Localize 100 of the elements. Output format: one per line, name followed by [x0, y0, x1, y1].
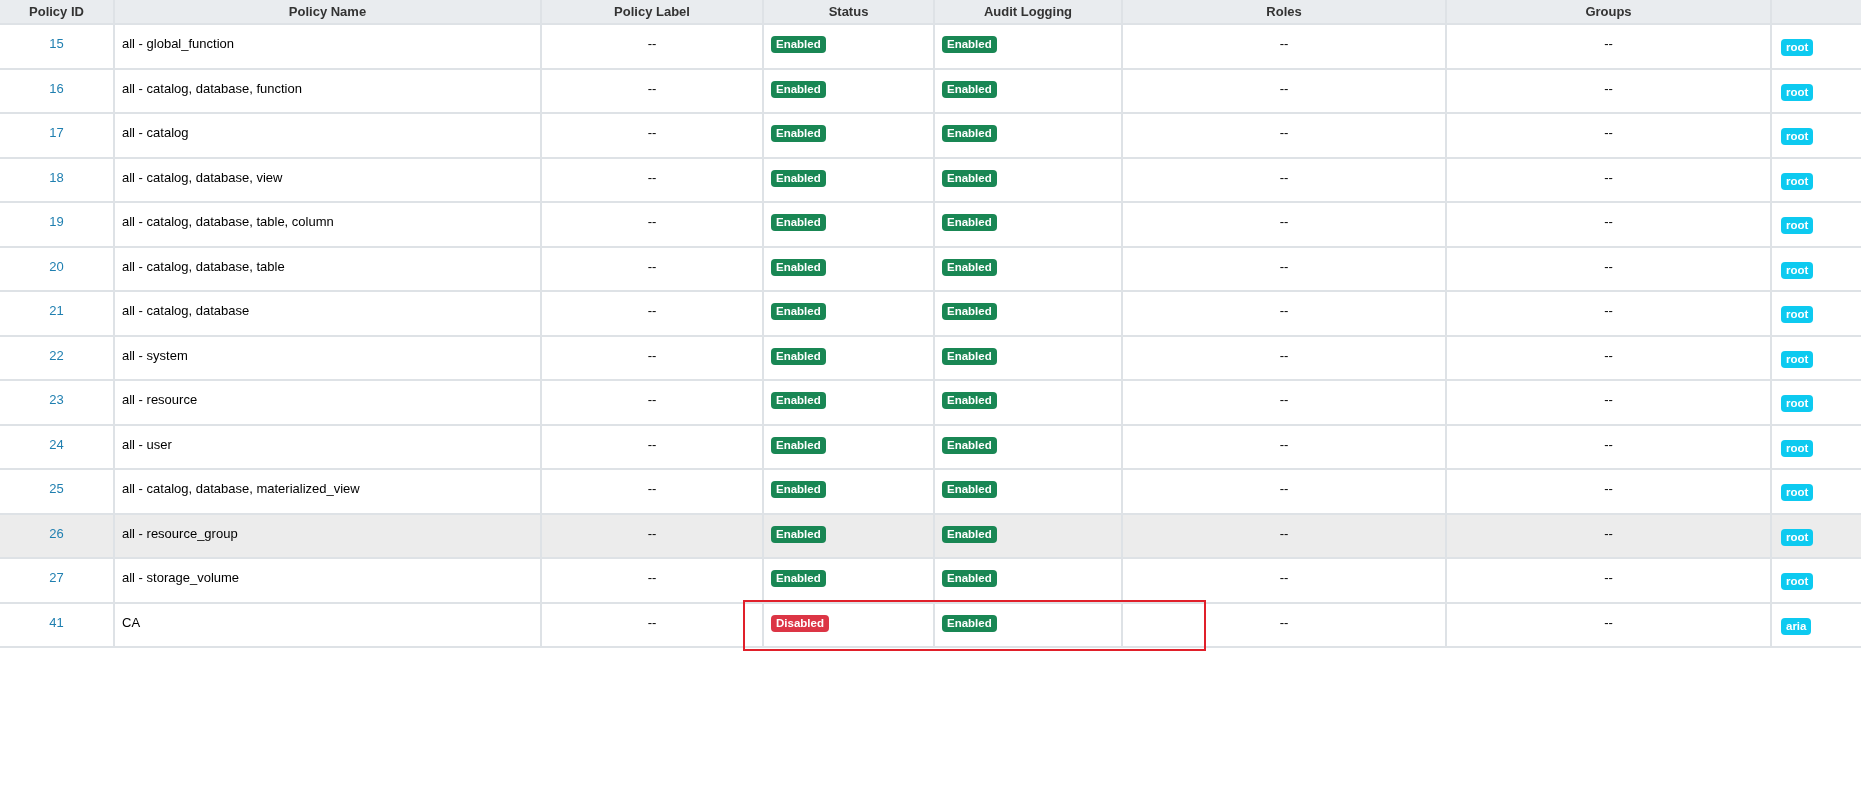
policy-label: --	[647, 347, 657, 363]
table-row[interactable]: 27 all - storage_volume -- Enabled Enabled -- -- root	[0, 559, 1861, 604]
user-badge: root	[1781, 528, 1814, 546]
policy-id-link[interactable]: 24	[49, 436, 64, 452]
groups-text: --	[1604, 36, 1613, 51]
status-badge: Enabled	[771, 80, 826, 98]
status-badge: Enabled	[942, 169, 997, 187]
user-badge: root	[1781, 573, 1814, 590]
policy-id-link[interactable]: 15	[49, 36, 64, 51]
groups-text: --	[1604, 570, 1613, 585]
status-badge: Enabled	[771, 392, 826, 409]
roles-text: --	[1279, 80, 1289, 96]
policy-name: all - catalog, database, table	[122, 258, 285, 274]
status-badge: Enabled	[942, 303, 997, 320]
column-header[interactable]: Status	[764, 0, 935, 25]
roles-text: --	[1279, 525, 1289, 541]
groups-text: --	[1604, 125, 1613, 140]
status-badge: Enabled	[942, 80, 997, 98]
status-badge: Enabled	[942, 481, 997, 498]
column-header[interactable]: Policy Name	[115, 0, 542, 25]
policy-name: all - catalog, database, materialized_view	[122, 481, 360, 496]
policy-label: --	[647, 436, 657, 452]
roles-text: --	[1279, 169, 1289, 185]
table-row[interactable]: 26 all - resource_group -- Enabled Enabled -- -- root	[0, 514, 1861, 559]
status-badge: Enabled	[771, 436, 826, 454]
policy-label: --	[647, 80, 657, 96]
policy-label: --	[647, 169, 657, 185]
user-badge: root	[1781, 172, 1814, 190]
policy-name: CA	[122, 614, 141, 630]
status-badge: Enabled	[942, 214, 997, 231]
table-row[interactable]: 23 all - resource -- Enabled Enabled -- -- root	[0, 381, 1861, 426]
groups-text: --	[1604, 303, 1613, 318]
status-badge: Enabled	[942, 36, 997, 53]
policy-name: all - catalog, database, function	[122, 80, 302, 96]
table-row[interactable]: 25 all - catalog, database, materialized_view -- Enabled Enabled -- -- root	[0, 470, 1861, 515]
policy-label: --	[647, 125, 657, 140]
groups-text: --	[1604, 525, 1613, 541]
table-row[interactable]: 22 all - system -- Enabled Enabled -- -- root	[0, 336, 1861, 381]
policy-name: all - catalog, database, view	[122, 169, 283, 185]
status-badge: Enabled	[942, 614, 997, 632]
policy-id-link[interactable]: 18	[49, 169, 64, 185]
status-badge: Enabled	[771, 125, 826, 142]
policy-label: --	[647, 525, 657, 541]
roles-text: --	[1279, 347, 1289, 363]
table-row[interactable]: 15 all - global_function -- Enabled Enabled -- -- root	[0, 25, 1861, 70]
column-header[interactable]: Policy Label	[542, 0, 764, 25]
roles-text: --	[1279, 614, 1289, 630]
roles-text: --	[1279, 258, 1289, 274]
status-badge: Enabled	[771, 481, 826, 498]
column-header[interactable]: Groups	[1447, 0, 1772, 25]
status-badge: Enabled	[942, 570, 997, 587]
status-badge: Enabled	[771, 36, 826, 53]
policy-id-link[interactable]: 25	[49, 481, 64, 496]
groups-text: --	[1604, 614, 1613, 630]
column-header[interactable]: Policy ID	[0, 0, 115, 25]
policy-id-link[interactable]: 20	[49, 258, 64, 274]
table-row[interactable]: 18 all - catalog, database, view -- Enabled Enabled -- -- root	[0, 158, 1861, 203]
policy-id-link[interactable]: 41	[49, 614, 64, 630]
groups-text: --	[1604, 214, 1613, 229]
status-badge: Disabled	[771, 614, 829, 632]
table-row[interactable]: 21 all - catalog, database -- Enabled Enabled -- -- root	[0, 292, 1861, 337]
status-badge: Enabled	[771, 169, 826, 187]
policy-id-link[interactable]: 22	[49, 347, 64, 363]
policy-label: --	[647, 570, 657, 585]
table-row[interactable]: 16 all - catalog, database, function -- Enabled Enabled -- -- root	[0, 69, 1861, 114]
user-badge: root	[1781, 261, 1814, 279]
policy-id-link[interactable]: 16	[49, 80, 64, 96]
policy-label: --	[647, 392, 657, 407]
policy-label: --	[647, 481, 657, 496]
user-badge: root	[1781, 350, 1814, 368]
groups-text: --	[1604, 436, 1613, 452]
table-row[interactable]: 19 all - catalog, database, table, column -- Enabled Enabled -- -- root	[0, 203, 1861, 248]
policy-name: all - catalog, database	[122, 303, 250, 318]
table-row[interactable]: 17 all - catalog -- Enabled Enabled -- -- root	[0, 114, 1861, 159]
user-badge: root	[1781, 83, 1814, 101]
policy-id-link[interactable]: 27	[49, 570, 64, 585]
table-row[interactable]: 24 all - user -- Enabled Enabled -- -- root	[0, 425, 1861, 470]
policy-id-link[interactable]: 19	[49, 214, 64, 229]
table-row[interactable]: 41 CA -- Disabled Enabled -- -- aria	[0, 603, 1861, 648]
policy-id-link[interactable]: 26	[49, 525, 64, 541]
status-badge: Enabled	[942, 525, 997, 543]
policy-name: all - catalog	[122, 125, 189, 140]
user-badge: root	[1781, 128, 1814, 145]
roles-text: --	[1279, 570, 1289, 585]
user-badge: root	[1781, 306, 1814, 323]
roles-text: --	[1279, 392, 1289, 407]
groups-text: --	[1604, 258, 1613, 274]
roles-text: --	[1279, 125, 1289, 140]
column-header[interactable]: Roles	[1123, 0, 1447, 25]
status-badge: Enabled	[942, 347, 997, 365]
table-row[interactable]: 20 all - catalog, database, table -- Enabled Enabled -- -- root	[0, 247, 1861, 292]
column-header[interactable]: Audit Logging	[935, 0, 1123, 25]
roles-text: --	[1279, 481, 1289, 496]
roles-text: --	[1279, 214, 1289, 229]
roles-text: --	[1279, 303, 1289, 318]
groups-text: --	[1604, 481, 1613, 496]
policy-id-link[interactable]: 17	[49, 125, 64, 140]
policy-id-link[interactable]: 21	[49, 303, 64, 318]
policy-id-link[interactable]: 23	[49, 392, 64, 407]
policy-name: all - storage_volume	[122, 570, 240, 585]
